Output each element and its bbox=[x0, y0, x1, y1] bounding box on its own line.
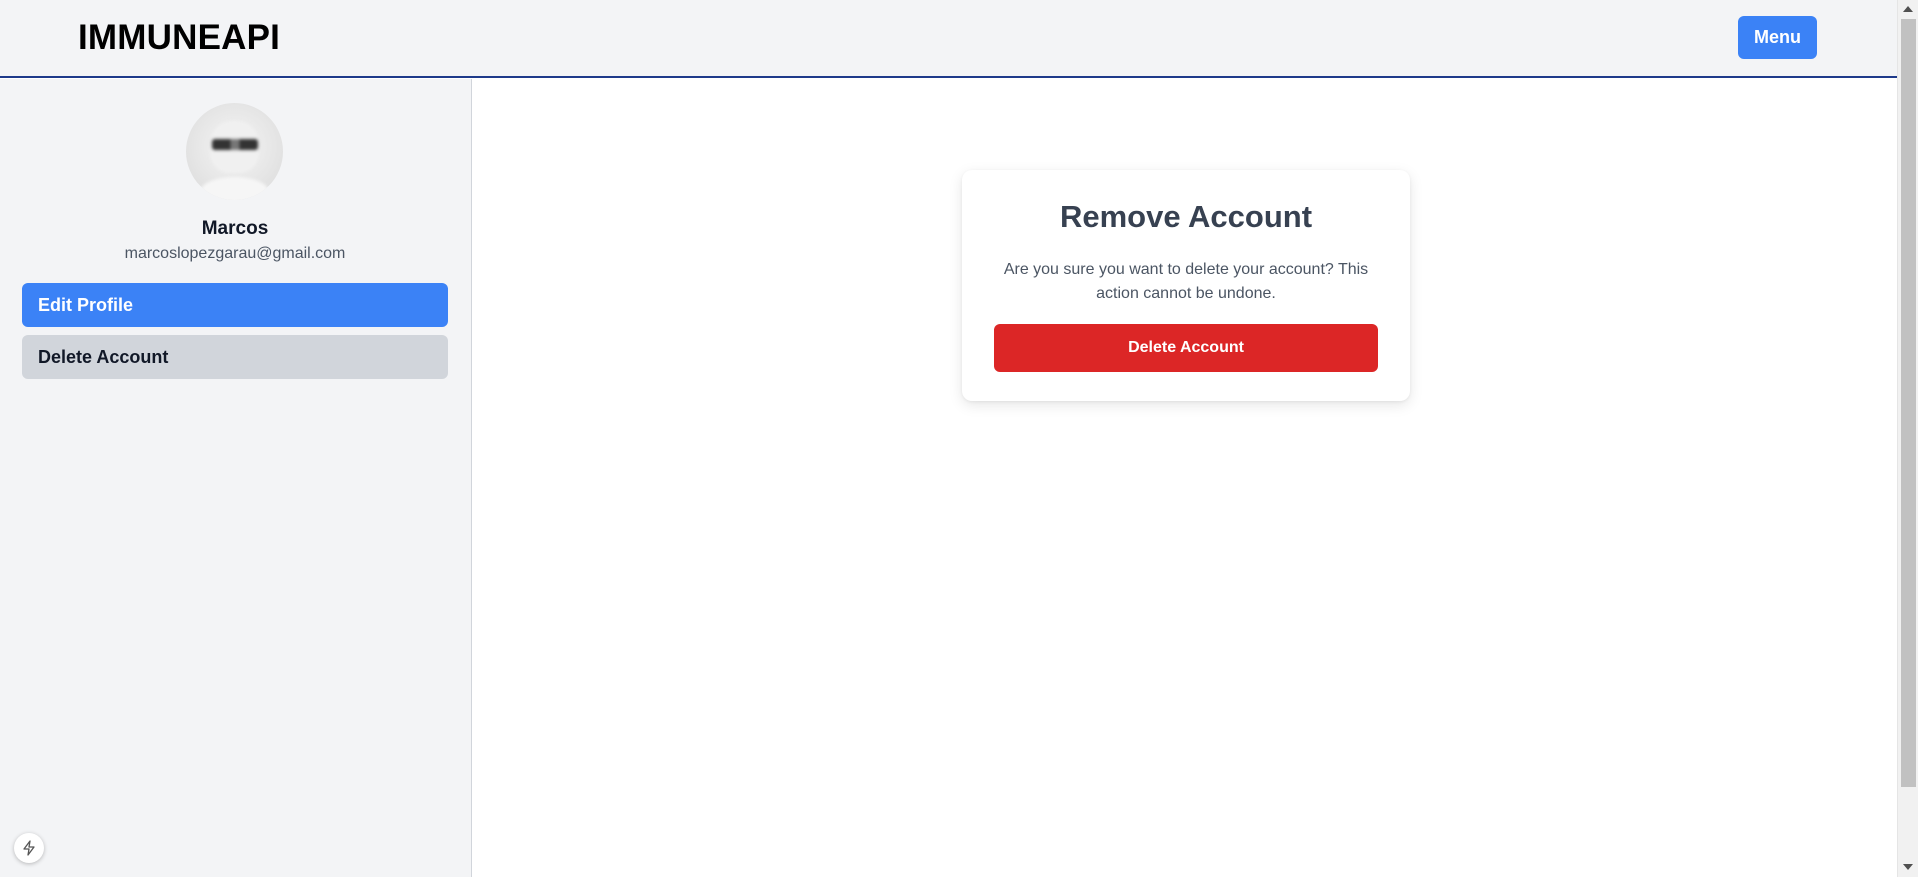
menu-button[interactable]: Menu bbox=[1738, 16, 1817, 59]
user-name: Marcos bbox=[201, 218, 269, 239]
bolt-icon bbox=[23, 840, 35, 856]
sidebar-item-delete-account[interactable]: Delete Account bbox=[22, 335, 448, 379]
sidebar: Marcos marcoslopezgarau@gmail.com Edit P… bbox=[0, 79, 472, 877]
top-header: IMMUNEAPI Menu bbox=[0, 0, 1897, 78]
card-title: Remove Account bbox=[1059, 199, 1313, 234]
vertical-scrollbar[interactable] bbox=[1897, 0, 1918, 877]
scroll-up-arrow-icon[interactable] bbox=[1903, 6, 1913, 12]
app-root: IMMUNEAPI Menu Marcos marcoslopezgarau@g… bbox=[0, 0, 1918, 877]
confirmation-message: Are you sure you want to delete your acc… bbox=[1003, 261, 1369, 302]
main-content: Remove Account Are you sure you want to … bbox=[473, 79, 1897, 877]
delete-account-button[interactable]: Delete Account bbox=[994, 324, 1378, 372]
avatar-glasses-shape bbox=[212, 139, 258, 150]
avatar-body-shape bbox=[200, 177, 269, 200]
user-email: marcoslopezgarau@gmail.com bbox=[124, 245, 346, 262]
brand-logo-text[interactable]: IMMUNEAPI bbox=[78, 18, 280, 58]
scroll-down-arrow-icon[interactable] bbox=[1903, 864, 1913, 870]
dev-tools-badge[interactable] bbox=[14, 833, 44, 863]
avatar bbox=[186, 103, 283, 200]
remove-account-card: Remove Account Are you sure you want to … bbox=[962, 170, 1410, 401]
scroll-thumb[interactable] bbox=[1901, 19, 1916, 787]
sidebar-item-edit-profile[interactable]: Edit Profile bbox=[22, 283, 448, 327]
